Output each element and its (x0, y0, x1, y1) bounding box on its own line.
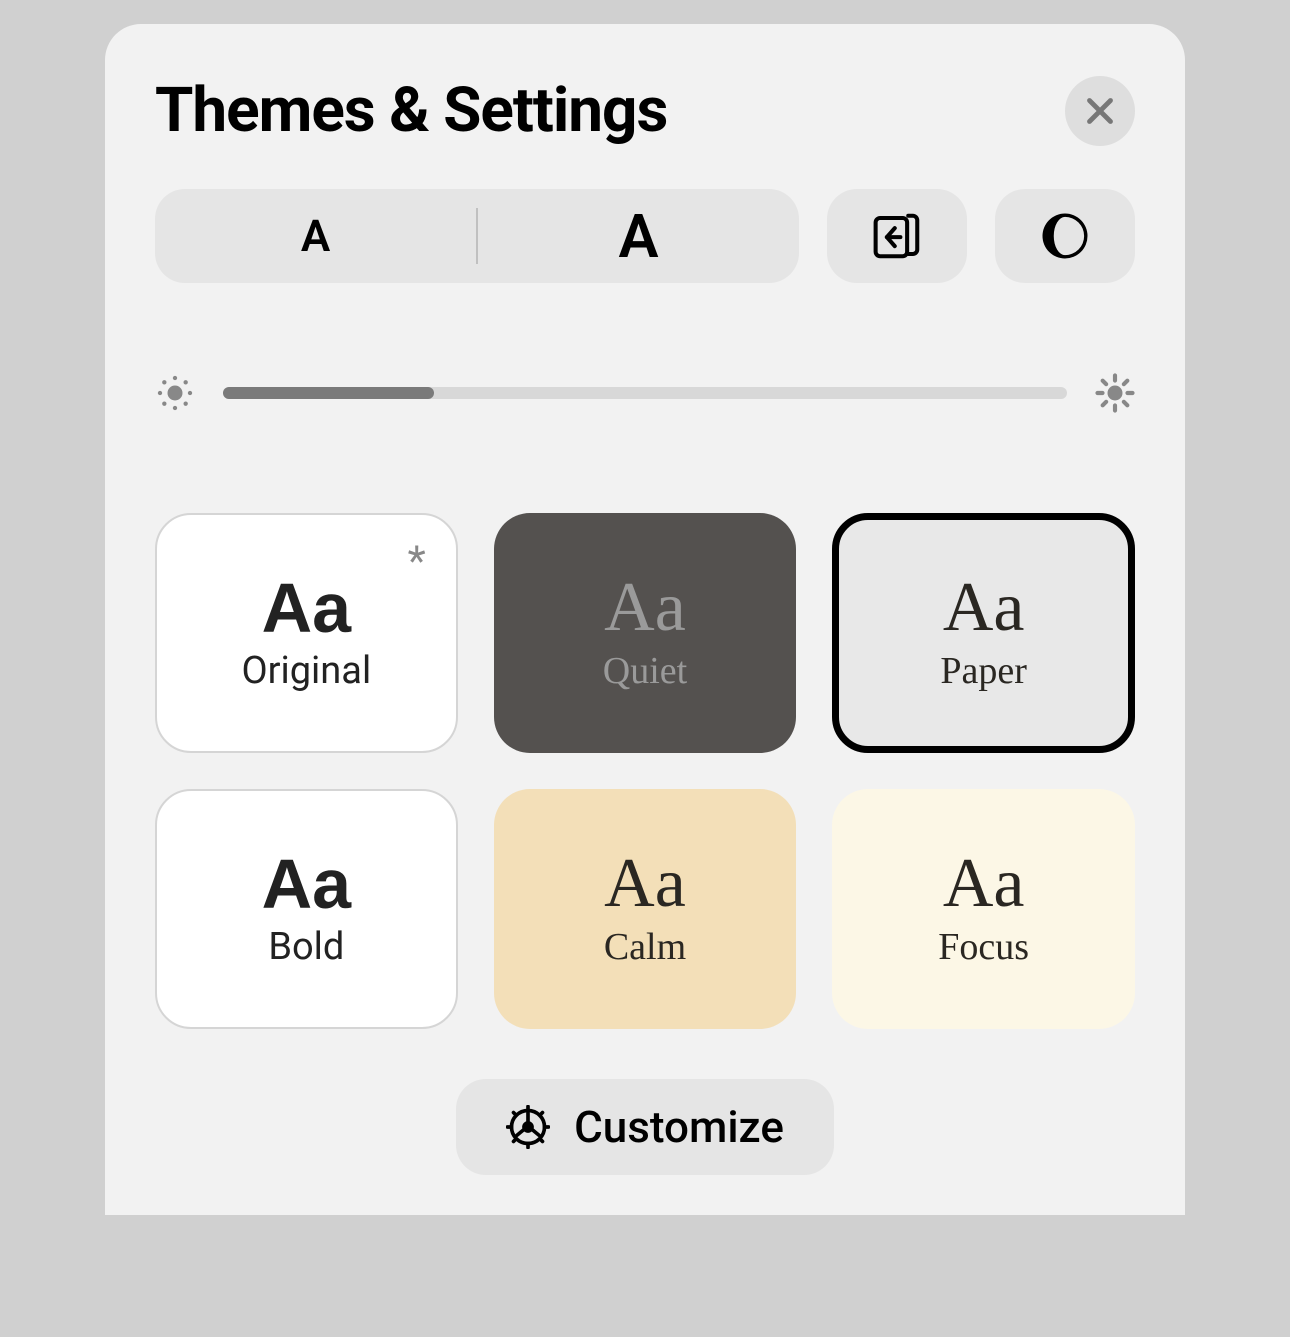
theme-focus[interactable]: Aa Focus (832, 789, 1135, 1029)
brightness-high-icon (1095, 373, 1135, 413)
themes-grid: * Aa Original Aa Quiet Aa Paper Aa Bold … (155, 513, 1135, 1029)
customize-label: Customize (574, 1101, 784, 1153)
theme-label: Bold (268, 925, 344, 969)
customize-row: Customize (155, 1079, 1135, 1175)
theme-bold[interactable]: Aa Bold (155, 789, 458, 1029)
theme-label: Calm (604, 925, 686, 969)
panel-header: Themes & Settings (155, 74, 1135, 147)
theme-label: Focus (938, 925, 1029, 969)
theme-label: Paper (940, 649, 1027, 693)
themes-settings-panel: Themes & Settings A A (105, 24, 1185, 1215)
theme-paper[interactable]: Aa Paper (832, 513, 1135, 753)
theme-quiet[interactable]: Aa Quiet (494, 513, 797, 753)
theme-sample: Aa (943, 849, 1025, 919)
panel-title: Themes & Settings (155, 74, 667, 147)
brightness-slider[interactable] (223, 387, 1067, 399)
brightness-low-icon (155, 373, 195, 413)
font-size-increase-button[interactable]: A (478, 189, 799, 283)
theme-label: Quiet (603, 649, 687, 693)
contrast-button[interactable] (995, 189, 1135, 283)
contrast-icon (1038, 209, 1092, 263)
close-button[interactable] (1065, 76, 1135, 146)
theme-sample: Aa (943, 573, 1025, 643)
top-controls: A A (155, 189, 1135, 283)
theme-sample: Aa (604, 849, 686, 919)
theme-calm[interactable]: Aa Calm (494, 789, 797, 1029)
customize-button[interactable]: Customize (456, 1079, 834, 1175)
brightness-control (155, 373, 1135, 413)
scroll-mode-button[interactable] (827, 189, 967, 283)
font-size-control: A A (155, 189, 799, 283)
brightness-fill (223, 387, 434, 399)
theme-label: Original (241, 649, 371, 693)
asterisk-icon: * (408, 537, 426, 586)
theme-sample: Aa (262, 573, 351, 643)
gear-icon (506, 1105, 550, 1149)
page-back-icon (870, 209, 924, 263)
close-icon (1082, 93, 1118, 129)
theme-sample: Aa (604, 573, 686, 643)
font-size-decrease-button[interactable]: A (155, 189, 476, 283)
theme-original[interactable]: * Aa Original (155, 513, 458, 753)
theme-sample: Aa (262, 849, 351, 919)
